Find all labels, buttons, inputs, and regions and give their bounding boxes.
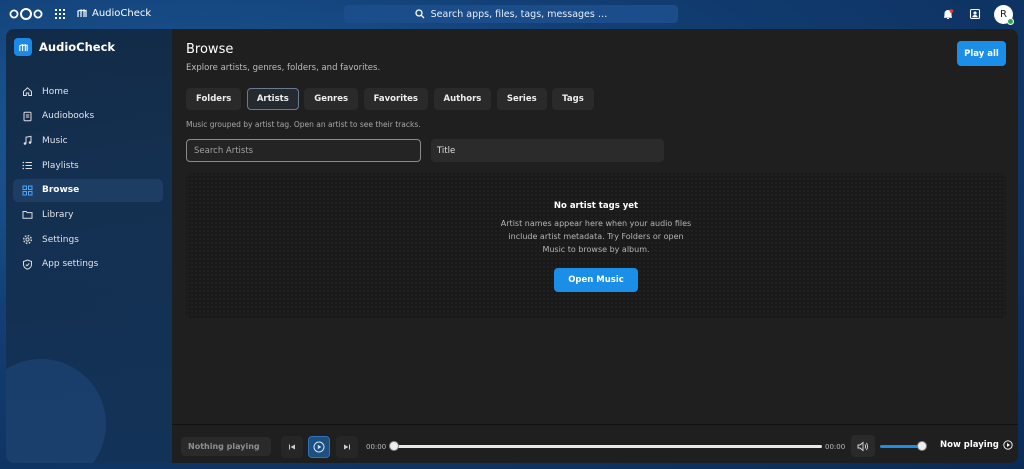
tab-authors[interactable]: Authors [433, 88, 492, 110]
online-status-dot [1007, 18, 1014, 25]
tab-genres[interactable]: Genres [304, 88, 359, 110]
now-playing-label: Now playing [940, 440, 999, 450]
play-circle-icon [1003, 440, 1013, 450]
contacts-icon[interactable] [969, 8, 981, 20]
app-brand-link[interactable]: AudioCheck [76, 7, 151, 19]
user-avatar[interactable]: R [994, 5, 1014, 25]
app-brand-label: AudioCheck [92, 7, 152, 19]
audiocheck-icon [77, 9, 87, 17]
sidebar-header: AudioCheck [14, 38, 115, 56]
nextcloud-logo-icon[interactable] [9, 8, 43, 20]
page-subtitle: Explore artists, genres, folders, and fa… [186, 63, 381, 73]
folder-icon [22, 211, 33, 220]
sidebar-item-browse[interactable]: Browse [13, 178, 163, 202]
sidebar-item-label: Library [42, 209, 74, 220]
sidebar-item-label: Music [42, 135, 68, 146]
sidebar-item-app-settings[interactable]: App settings [13, 253, 163, 276]
tab-hint: Music grouped by artist tag. Open an art… [186, 120, 421, 129]
now-playing-chip: Nothing playing [181, 437, 271, 456]
playlist-icon [22, 161, 32, 170]
total-time: 00:00 [825, 443, 846, 451]
home-icon [23, 87, 32, 96]
sidebar-item-label: App settings [42, 259, 99, 270]
sidebar-item-playlists[interactable]: Playlists [13, 154, 163, 177]
sidebar-decoration [6, 359, 106, 463]
sidebar-item-label: Playlists [42, 160, 79, 171]
search-icon [414, 9, 425, 19]
tab-tags[interactable]: Tags [552, 88, 594, 110]
empty-state-body: Artist names appear here when your audio… [500, 219, 692, 254]
previous-button[interactable] [281, 436, 303, 458]
next-button[interactable] [336, 436, 358, 458]
sidebar-item-label: Home [42, 86, 69, 97]
global-search-input[interactable]: Search apps, files, tags, messages … [344, 5, 678, 23]
sidebar-title: AudioCheck [39, 40, 116, 54]
sidebar-item-library[interactable]: Library [13, 203, 163, 226]
app-logo-icon [14, 38, 32, 56]
tab-folders[interactable]: Folders [186, 88, 242, 110]
shield-icon [23, 259, 32, 270]
top-bar: AudioCheck Search apps, files, tags, mes… [0, 0, 1024, 28]
search-artists-input[interactable]: Search Artists [186, 139, 421, 162]
sidebar-item-home[interactable]: Home [13, 80, 163, 103]
sidebar-list: Home Audiobooks Music Playlists Browse L… [13, 80, 163, 278]
apps-grid-icon[interactable] [55, 9, 65, 19]
sort-select-value: Title [437, 145, 456, 156]
sidebar-item-label: Settings [42, 234, 79, 245]
empty-state: No artist tags yet Artist names appear h… [186, 173, 1006, 319]
skip-next-icon [344, 444, 350, 450]
play-all-button[interactable]: Play all [957, 41, 1006, 66]
grid-icon [22, 185, 33, 196]
player-bar: Nothing playing 00:00 00:00 Now playing [172, 424, 1018, 463]
volume-handle[interactable] [917, 441, 927, 451]
sort-select[interactable]: Title [431, 139, 664, 162]
sidebar-item-music[interactable]: Music [13, 129, 163, 152]
tab-artists[interactable]: Artists [246, 88, 299, 110]
music-note-icon [23, 136, 32, 146]
browse-page: Browse Explore artists, genres, folders,… [172, 29, 1018, 424]
book-icon [23, 111, 32, 121]
volume-icon [857, 441, 868, 451]
sidebar-item-label: Audiobooks [42, 111, 95, 122]
notifications-icon[interactable] [942, 8, 954, 20]
page-title: Browse [186, 42, 234, 57]
gear-icon [23, 235, 32, 245]
current-time: 00:00 [366, 443, 387, 451]
seek-handle[interactable] [389, 441, 399, 451]
avatar-initial: R [1000, 9, 1007, 20]
seek-slider[interactable] [389, 441, 822, 451]
skip-previous-icon [289, 444, 295, 450]
sidebar-item-label: Browse [42, 185, 80, 196]
search-artists-placeholder: Search Artists [194, 145, 254, 156]
mute-button[interactable] [851, 435, 875, 457]
volume-slider[interactable] [880, 441, 927, 451]
browse-tabs: Folders Artists Genres Favorites Authors… [186, 88, 594, 110]
app-navigation: AudioCheck Home Audiobooks Music Playlis… [6, 29, 172, 463]
sidebar-item-settings[interactable]: Settings [13, 228, 163, 251]
sidebar-item-audiobooks[interactable]: Audiobooks [13, 105, 163, 128]
play-icon [313, 441, 325, 453]
tab-favorites[interactable]: Favorites [363, 88, 428, 110]
play-button[interactable] [308, 436, 330, 458]
empty-state-title: No artist tags yet [553, 201, 639, 211]
tab-series[interactable]: Series [496, 88, 547, 110]
now-playing-button[interactable]: Now playing [940, 440, 1013, 450]
open-music-button[interactable]: Open Music [554, 268, 638, 292]
global-search-placeholder: Search apps, files, tags, messages … [430, 8, 608, 20]
